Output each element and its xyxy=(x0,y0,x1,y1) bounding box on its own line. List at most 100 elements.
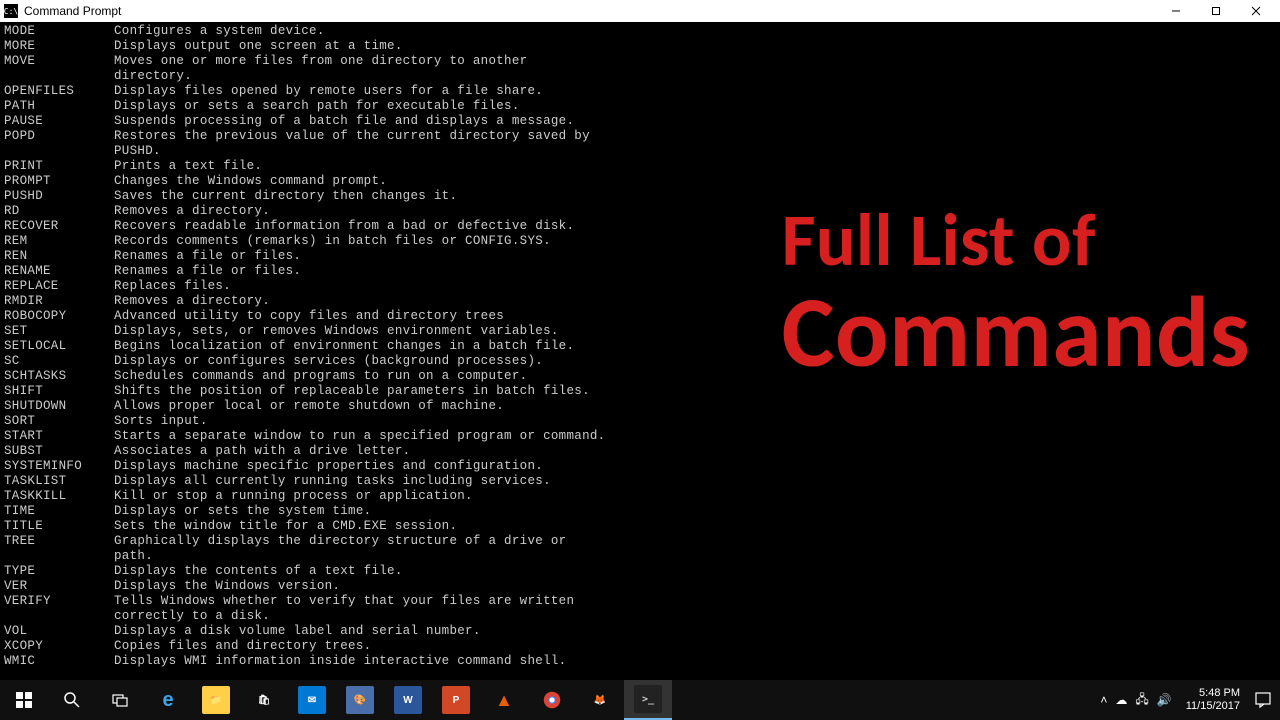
command-row: SHUTDOWNAllows proper local or remote sh… xyxy=(4,399,1280,414)
command-row: OPENFILESDisplays files opened by remote… xyxy=(4,84,1280,99)
command-desc: Removes a directory. xyxy=(114,204,270,219)
command-row: SETLOCALBegins localization of environme… xyxy=(4,339,1280,354)
command-name: TITLE xyxy=(4,519,114,534)
command-desc: Displays the contents of a text file. xyxy=(114,564,403,579)
command-row: VERIFYTells Windows whether to verify th… xyxy=(4,594,1280,609)
command-desc: Suspends processing of a batch file and … xyxy=(114,114,574,129)
tray-network-icon[interactable]: 🖧 xyxy=(1135,690,1148,711)
command-name: VER xyxy=(4,579,114,594)
command-name: MORE xyxy=(4,39,114,54)
command-row: STARTStarts a separate window to run a s… xyxy=(4,429,1280,444)
command-desc: Prints a text file. xyxy=(114,159,262,174)
command-desc: Displays or sets the system time. xyxy=(114,504,371,519)
command-name: VOL xyxy=(4,624,114,639)
taskbar-app-vlc[interactable]: ▲ xyxy=(480,680,528,720)
window-titlebar: C:\ Command Prompt xyxy=(0,0,1280,22)
command-desc: Displays a disk volume label and serial … xyxy=(114,624,481,639)
command-row: SCHTASKSSchedules commands and programs … xyxy=(4,369,1280,384)
command-name: TREE xyxy=(4,534,114,549)
command-name: REM xyxy=(4,234,114,249)
command-desc: Displays or sets a search path for execu… xyxy=(114,99,520,114)
app-icon: C:\ xyxy=(4,4,18,18)
maximize-button[interactable] xyxy=(1196,0,1236,22)
command-row: RDRemoves a directory. xyxy=(4,204,1280,219)
terminal-output[interactable]: MODEConfigures a system device.MOREDispl… xyxy=(0,22,1280,680)
command-row: PAUSESuspends processing of a batch file… xyxy=(4,114,1280,129)
system-tray[interactable]: ˄ ☁ 🖧 🔊 xyxy=(1092,690,1179,711)
command-desc: Moves one or more files from one directo… xyxy=(114,54,527,69)
command-name: SETLOCAL xyxy=(4,339,114,354)
command-row: POPDRestores the previous value of the c… xyxy=(4,129,1280,144)
command-desc: Sets the window title for a CMD.EXE sess… xyxy=(114,519,457,534)
command-name: START xyxy=(4,429,114,444)
command-row: RENRenames a file or files. xyxy=(4,249,1280,264)
command-row: SORTSorts input. xyxy=(4,414,1280,429)
command-desc: Recovers readable information from a bad… xyxy=(114,219,574,234)
clock-time: 5:48 PM xyxy=(1186,687,1240,700)
command-name: OPENFILES xyxy=(4,84,114,99)
command-desc: Displays the Windows version. xyxy=(114,579,340,594)
command-name: SHUTDOWN xyxy=(4,399,114,414)
tray-onedrive-icon[interactable]: ☁ xyxy=(1115,693,1127,707)
taskbar-app-paint[interactable]: 🎨 xyxy=(336,680,384,720)
taskbar-app-gimp[interactable]: 🦊 xyxy=(576,680,624,720)
command-row: SUBSTAssociates a path with a drive lett… xyxy=(4,444,1280,459)
command-name: TYPE xyxy=(4,564,114,579)
command-row: REPLACEReplaces files. xyxy=(4,279,1280,294)
command-desc: Removes a directory. xyxy=(114,294,270,309)
command-desc: Displays machine specific properties and… xyxy=(114,459,543,474)
taskbar-app-mail[interactable]: ✉ xyxy=(288,680,336,720)
command-desc: Allows proper local or remote shutdown o… xyxy=(114,399,504,414)
taskbar-clock[interactable]: 5:48 PM 11/15/2017 xyxy=(1180,687,1246,713)
command-desc: Displays or configures services (backgro… xyxy=(114,354,543,369)
tray-chevron-icon[interactable]: ˄ xyxy=(1100,693,1107,707)
command-row: TYPEDisplays the contents of a text file… xyxy=(4,564,1280,579)
tray-volume-icon[interactable]: 🔊 xyxy=(1157,693,1172,707)
command-name: ROBOCOPY xyxy=(4,309,114,324)
task-view-button[interactable] xyxy=(96,680,144,720)
command-desc-cont: correctly to a disk. xyxy=(114,609,270,624)
command-desc-cont: path. xyxy=(114,549,153,564)
command-desc: Replaces files. xyxy=(114,279,231,294)
start-button[interactable] xyxy=(0,680,48,720)
command-name: TASKLIST xyxy=(4,474,114,489)
command-row: RECOVERRecovers readable information fro… xyxy=(4,219,1280,234)
taskbar-app-chrome[interactable] xyxy=(528,680,576,720)
command-desc: Renames a file or files. xyxy=(114,249,301,264)
command-row: MODEConfigures a system device. xyxy=(4,24,1280,39)
command-name: WMIC xyxy=(4,654,114,669)
command-name: SYSTEMINFO xyxy=(4,459,114,474)
command-desc: Tells Windows whether to verify that you… xyxy=(114,594,574,609)
taskbar-app-store[interactable]: 🛍 xyxy=(240,680,288,720)
search-button[interactable] xyxy=(48,680,96,720)
command-name: RENAME xyxy=(4,264,114,279)
command-desc: Sorts input. xyxy=(114,414,208,429)
taskbar-app-explorer[interactable]: 📁 xyxy=(192,680,240,720)
command-row: SHIFTShifts the position of replaceable … xyxy=(4,384,1280,399)
minimize-button[interactable] xyxy=(1156,0,1196,22)
command-row: SYSTEMINFODisplays machine specific prop… xyxy=(4,459,1280,474)
command-row: SETDisplays, sets, or removes Windows en… xyxy=(4,324,1280,339)
command-row: PROMPTChanges the Windows command prompt… xyxy=(4,174,1280,189)
command-desc-cont: directory. xyxy=(114,69,192,84)
command-name: POPD xyxy=(4,129,114,144)
close-button[interactable] xyxy=(1236,0,1276,22)
command-row-cont: correctly to a disk. xyxy=(4,609,1280,624)
taskbar-app-edge[interactable]: e xyxy=(144,680,192,720)
notifications-button[interactable] xyxy=(1246,680,1280,720)
command-row: MOVEMoves one or more files from one dir… xyxy=(4,54,1280,69)
command-row: WMICDisplays WMI information inside inte… xyxy=(4,654,1280,669)
command-name: SC xyxy=(4,354,114,369)
command-name: PUSHD xyxy=(4,189,114,204)
command-row: SCDisplays or configures services (backg… xyxy=(4,354,1280,369)
taskbar-app-cmd[interactable]: >_ xyxy=(624,680,672,720)
taskbar-app-word[interactable]: W xyxy=(384,680,432,720)
command-name: REN xyxy=(4,249,114,264)
window-title: Command Prompt xyxy=(24,4,1156,18)
taskbar-app-powerpoint[interactable]: P xyxy=(432,680,480,720)
command-desc: Displays output one screen at a time. xyxy=(114,39,403,54)
command-row: TIMEDisplays or sets the system time. xyxy=(4,504,1280,519)
command-row: REMRecords comments (remarks) in batch f… xyxy=(4,234,1280,249)
command-row-cont: directory. xyxy=(4,69,1280,84)
taskbar: e 📁 🛍 ✉ 🎨 W P ▲ 🦊 >_ ˄ ☁ 🖧 🔊 5:48 PM 11/… xyxy=(0,680,1280,720)
